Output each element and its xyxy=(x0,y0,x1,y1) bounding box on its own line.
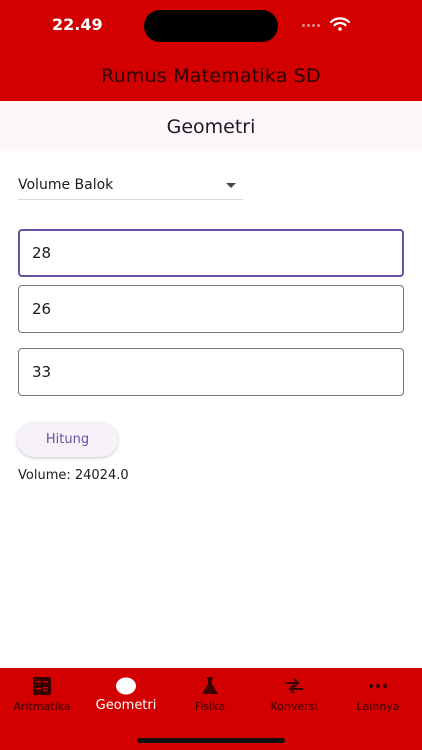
nav-item-lainnya[interactable]: Lainnya xyxy=(336,668,420,728)
nav-item-geometri[interactable]: Geometri xyxy=(84,668,168,728)
nav-item-konversi[interactable]: Konversi xyxy=(252,668,336,728)
status-time: 22.49 xyxy=(52,15,103,34)
circle-icon xyxy=(116,677,136,695)
result-text: Volume: 24024.0 xyxy=(18,468,129,483)
app-title: Rumus Matematika SD xyxy=(101,65,321,87)
nav-item-fisika[interactable]: Fisika xyxy=(168,668,252,728)
app-header: 22.49 Rumus Matematika SD xyxy=(0,0,422,101)
nav-label-aritmatika: Aritmatika xyxy=(13,700,71,713)
nav-label-konversi: Konversi xyxy=(270,700,318,713)
nav-label-geometri: Geometri xyxy=(95,698,157,713)
length-input[interactable]: 28 xyxy=(18,229,404,277)
section-title: Geometri xyxy=(166,116,256,138)
more-dots-icon xyxy=(369,684,387,688)
calculator-icon xyxy=(33,677,51,695)
nav-label-fisika: Fisika xyxy=(194,700,226,713)
height-input-value: 33 xyxy=(32,363,52,381)
calculate-button[interactable]: Hitung xyxy=(17,422,118,457)
width-input-value: 26 xyxy=(32,300,52,318)
flask-icon xyxy=(202,677,218,694)
height-input[interactable]: 33 xyxy=(18,348,404,396)
width-input[interactable]: 26 xyxy=(18,285,404,333)
length-input-value: 28 xyxy=(32,244,52,262)
dropdown-selected-value: Volume Balok xyxy=(18,177,114,193)
formula-dropdown[interactable]: Volume Balok xyxy=(18,172,243,200)
home-indicator[interactable] xyxy=(137,738,285,743)
dropdown-arrow-icon xyxy=(226,183,236,188)
dynamic-island xyxy=(144,10,278,42)
wifi-icon xyxy=(330,17,350,31)
swap-arrows-icon xyxy=(285,678,303,694)
cellular-signal-icon xyxy=(302,24,320,27)
nav-item-aritmatika[interactable]: Aritmatika xyxy=(0,668,84,728)
nav-label-lainnya: Lainnya xyxy=(356,700,400,713)
